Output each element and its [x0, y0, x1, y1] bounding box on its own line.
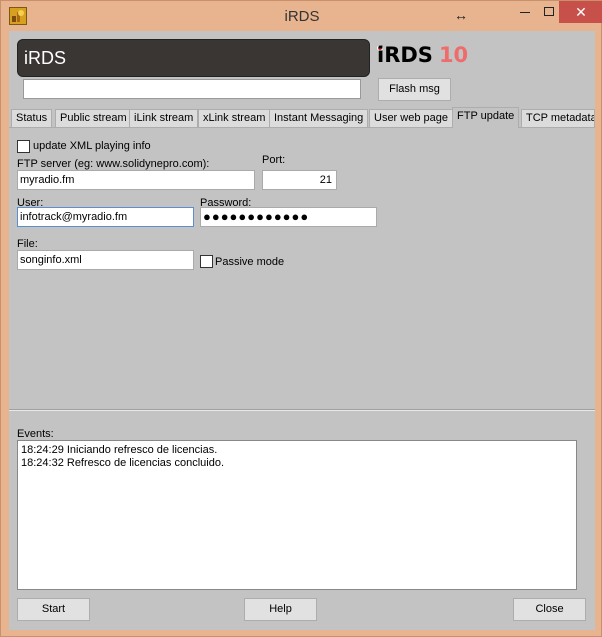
app-window: iRDS ↔ ✕ iRDS iRDS 10 Flash msg Status Pu…: [0, 0, 602, 637]
passive-mode-label: Passive mode: [215, 256, 285, 268]
ftp-update-panel: update XML playing info FTP server (eg: …: [9, 127, 595, 409]
passive-mode-checkbox[interactable]: [200, 255, 213, 268]
update-xml-label: update XML playing info: [33, 140, 151, 152]
logo-number: 10: [438, 43, 469, 67]
minimize-icon[interactable]: [520, 12, 530, 13]
file-input[interactable]: songinfo.xml: [17, 250, 194, 270]
tab-status[interactable]: Status: [11, 109, 53, 127]
tab-instant-messaging[interactable]: Instant Messaging: [269, 109, 369, 127]
tab-strip: Status Public stream iLink stream xLink …: [9, 107, 595, 128]
flash-message-input[interactable]: [23, 79, 361, 99]
help-button[interactable]: Help: [244, 598, 317, 621]
start-button[interactable]: Start: [17, 598, 90, 621]
file-label: File:: [17, 238, 38, 250]
user-input[interactable]: infotrack@myradio.fm: [17, 207, 194, 227]
rds-display: iRDS: [17, 39, 370, 77]
tab-xlink-stream[interactable]: xLink stream: [198, 109, 271, 127]
close-icon[interactable]: ✕: [559, 1, 602, 23]
event-line: 18:24:32 Refresco de licencias concluido…: [21, 457, 225, 469]
events-label: Events:: [17, 428, 54, 440]
tab-ftp-update[interactable]: FTP update: [452, 107, 520, 128]
update-xml-checkbox[interactable]: [17, 140, 30, 153]
irds-logo: iRDS 10: [377, 43, 468, 73]
resize-icon[interactable]: ↔: [449, 4, 473, 26]
title-bar[interactable]: iRDS ↔ ✕: [1, 1, 602, 31]
close-button[interactable]: Close: [513, 598, 586, 621]
logo-text: iRDS: [377, 43, 433, 67]
tab-ilink-stream[interactable]: iLink stream: [129, 109, 199, 127]
password-input[interactable]: ●●●●●●●●●●●●: [200, 207, 377, 227]
port-label: Port:: [262, 154, 286, 166]
panel-separator: [9, 409, 595, 411]
ftp-server-label: FTP server (eg: www.solidynepro.com):: [17, 158, 210, 170]
window-title: iRDS: [284, 8, 320, 25]
client-area: iRDS iRDS 10 Flash msg Status Public stre…: [9, 31, 595, 630]
ftp-server-input[interactable]: myradio.fm: [17, 170, 255, 190]
tab-user-web-page[interactable]: User web page: [369, 109, 453, 127]
flash-msg-button[interactable]: Flash msg: [378, 78, 451, 101]
events-log[interactable]: 18:24:29 Iniciando refresco de licencias…: [17, 440, 577, 590]
event-line: 18:24:29 Iniciando refresco de licencias…: [21, 444, 218, 456]
port-input[interactable]: 21: [262, 170, 337, 190]
maximize-icon[interactable]: [544, 7, 554, 16]
tab-public-stream[interactable]: Public stream: [55, 109, 132, 127]
tab-tcp-metadata[interactable]: TCP metadata: [521, 109, 595, 127]
